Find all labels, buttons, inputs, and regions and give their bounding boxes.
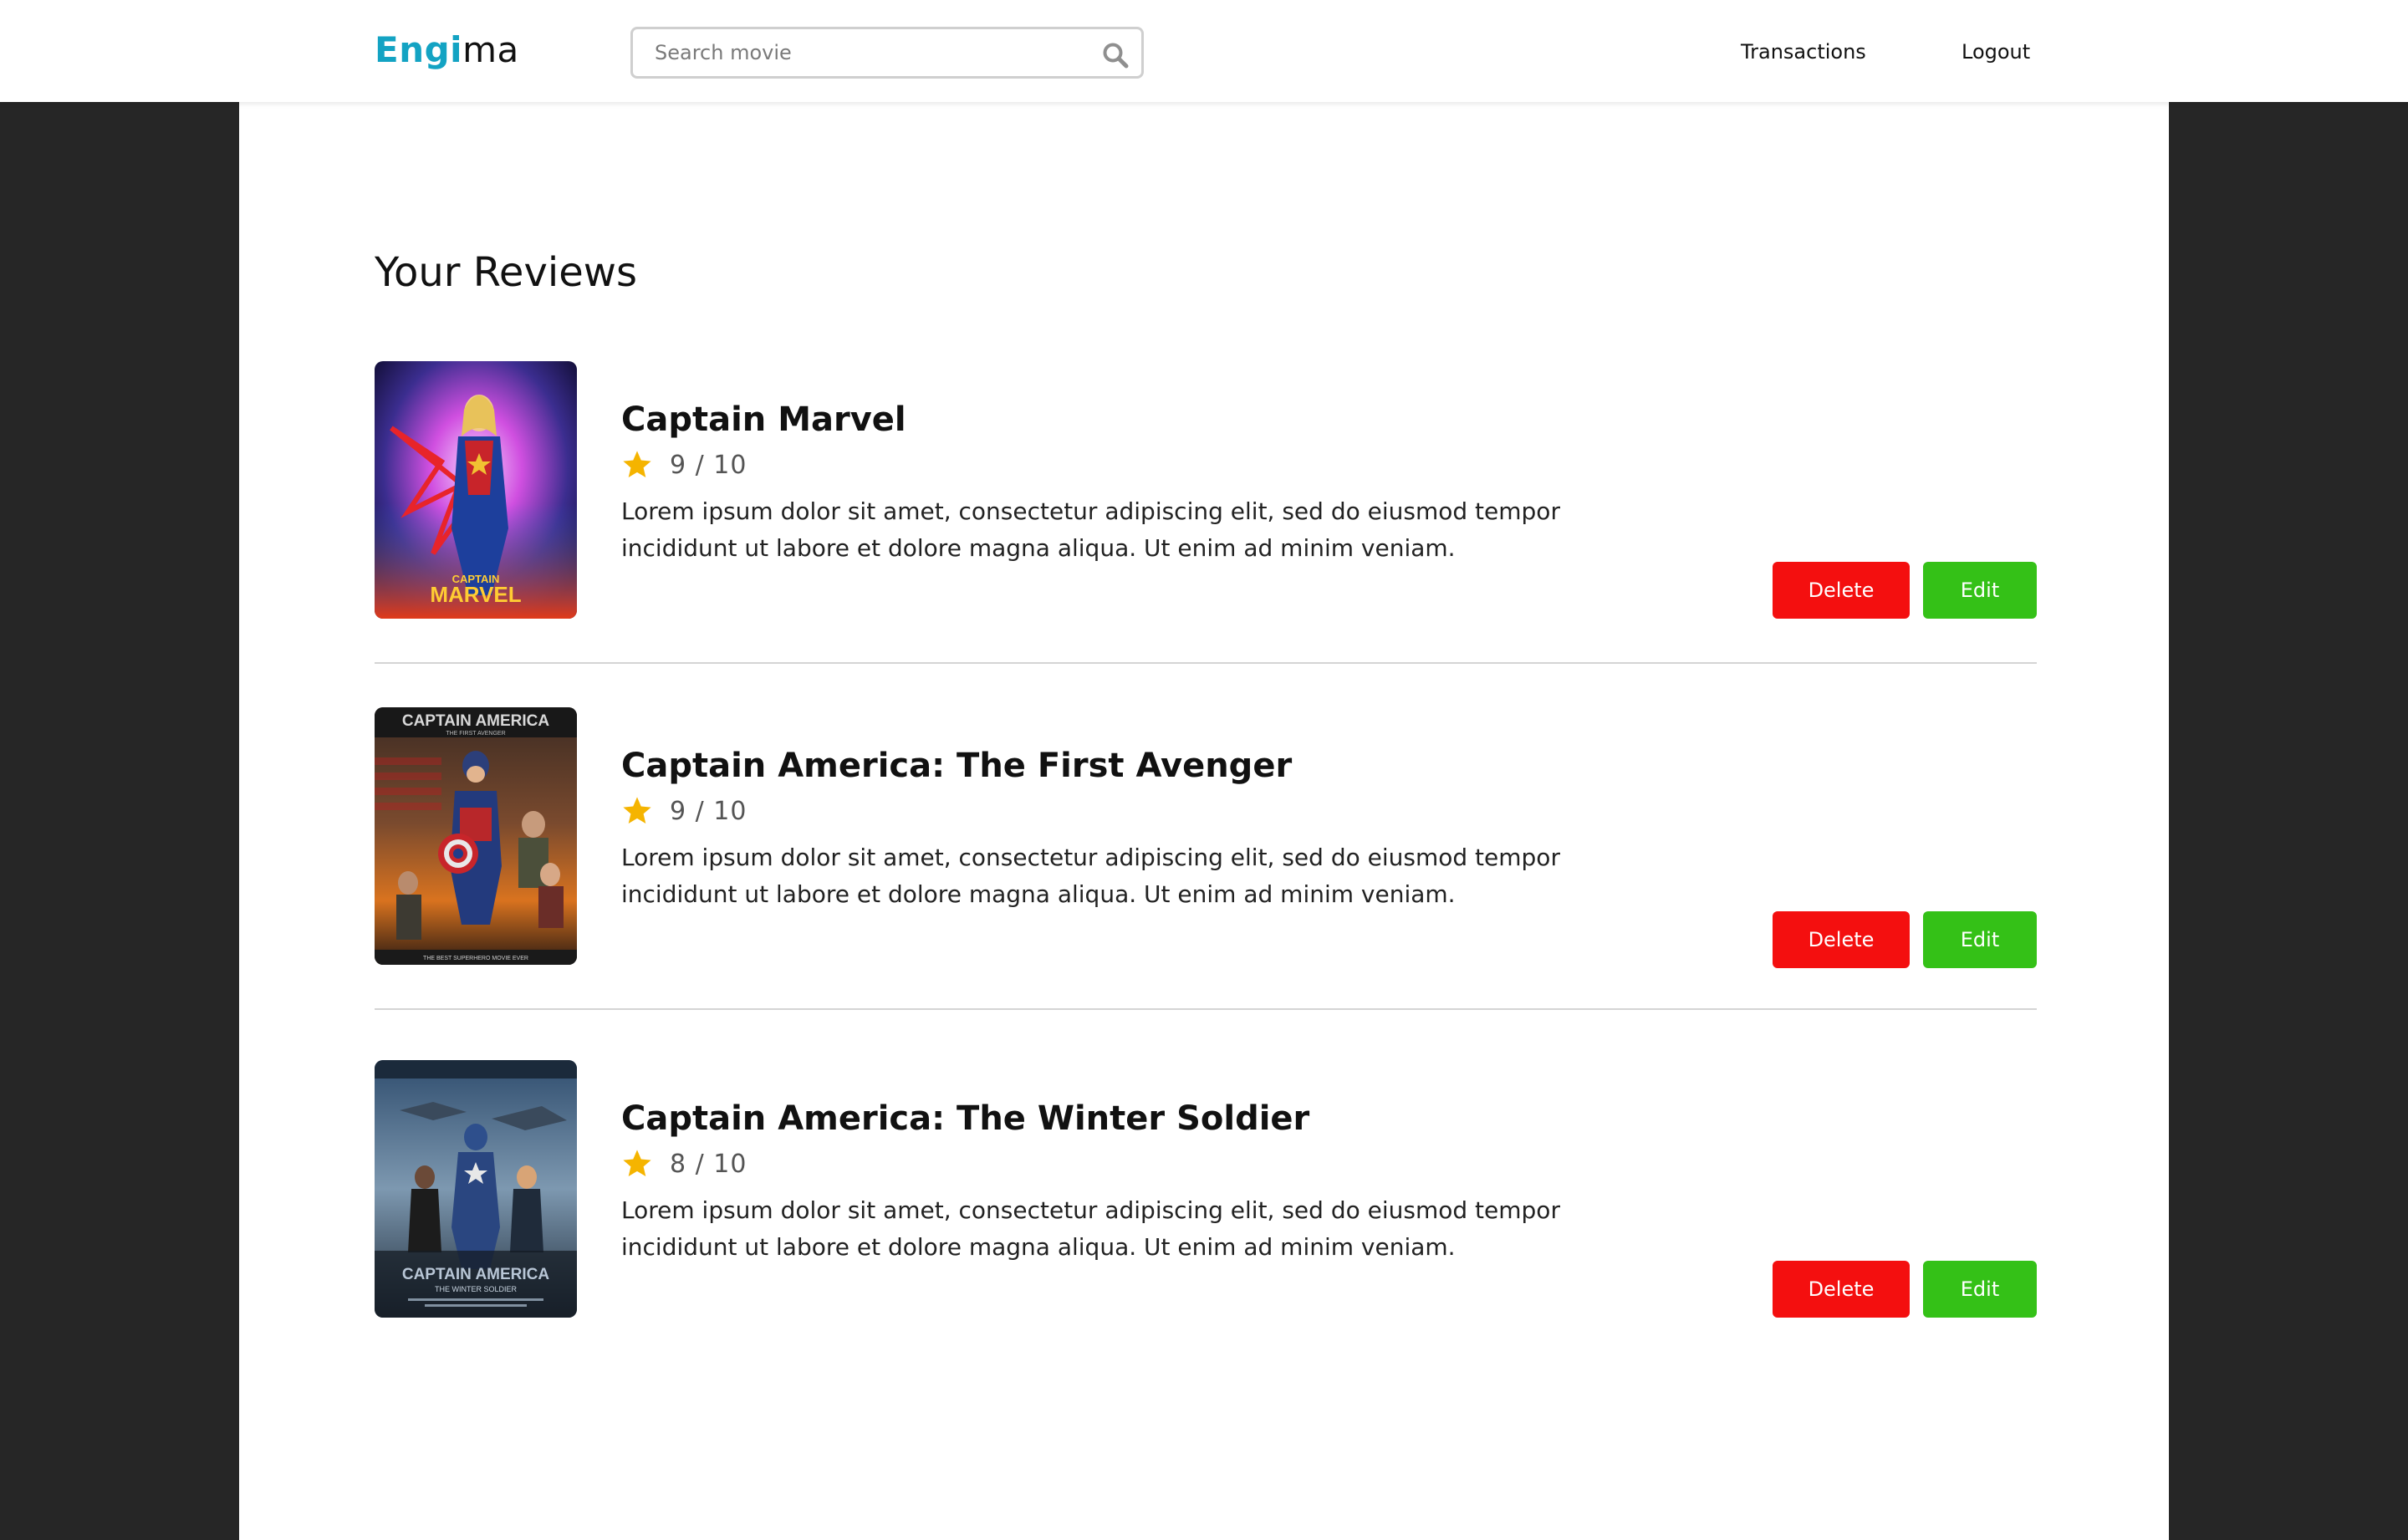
rating-value: 9 / 10 bbox=[670, 450, 747, 480]
review-text: Lorem ipsum dolor sit amet, consectetur … bbox=[621, 497, 1560, 562]
logo[interactable]: Engima bbox=[375, 27, 519, 74]
rating: 9 / 10 bbox=[621, 791, 747, 831]
rating-value: 9 / 10 bbox=[670, 796, 747, 826]
svg-text:CAPTAIN AMERICA: CAPTAIN AMERICA bbox=[402, 712, 550, 730]
movie-title: Captain Marvel bbox=[621, 400, 906, 439]
review-item: CAPTAIN MARVEL Captain Marvel 9 / 10 Lor… bbox=[375, 361, 2037, 619]
search-input[interactable] bbox=[633, 29, 1141, 76]
captain-america-winter-soldier-poster-image: CAPTAIN AMERICA THE WINTER SOLDIER bbox=[375, 1060, 577, 1318]
svg-text:THE BEST SUPERHERO MOVIE EVER: THE BEST SUPERHERO MOVIE EVER bbox=[423, 956, 528, 961]
nav-logout-link[interactable]: Logout bbox=[1962, 37, 2030, 67]
nav-transactions-link[interactable]: Transactions bbox=[1741, 37, 1866, 67]
movie-title: Captain America: The First Avenger bbox=[621, 747, 1293, 785]
search-icon[interactable] bbox=[1101, 41, 1130, 69]
logo-accent: Engi bbox=[375, 29, 463, 70]
svg-text:THE FIRST AVENGER: THE FIRST AVENGER bbox=[446, 731, 505, 737]
captain-america-first-avenger-poster-image: CAPTAIN AMERICA THE FIRST AVENGER THE BE… bbox=[375, 707, 577, 965]
edit-review-button[interactable]: Edit bbox=[1923, 1261, 2037, 1318]
star-icon bbox=[623, 797, 651, 824]
review-item: CAPTAIN AMERICA THE FIRST AVENGER THE BE… bbox=[375, 707, 2037, 968]
movie-title: Captain America: The Winter Soldier bbox=[621, 1099, 1310, 1138]
movie-poster: CAPTAIN AMERICA THE FIRST AVENGER THE BE… bbox=[375, 707, 577, 965]
rating-value: 8 / 10 bbox=[670, 1149, 747, 1179]
rating: 8 / 10 bbox=[621, 1144, 747, 1184]
captain-marvel-poster-image: CAPTAIN MARVEL bbox=[375, 361, 577, 619]
divider bbox=[375, 1008, 2037, 1010]
movie-poster: CAPTAIN MARVEL bbox=[375, 361, 577, 619]
divider bbox=[375, 662, 2037, 664]
delete-review-button[interactable]: Delete bbox=[1773, 562, 1910, 619]
movie-poster: CAPTAIN AMERICA THE WINTER SOLDIER bbox=[375, 1060, 577, 1318]
star-icon bbox=[623, 451, 651, 478]
top-navbar: Engima Transactions Logout bbox=[0, 0, 2408, 102]
logo-rest: ma bbox=[462, 29, 519, 70]
edit-review-button[interactable]: Edit bbox=[1923, 911, 2037, 968]
rating: 9 / 10 bbox=[621, 445, 747, 485]
delete-review-button[interactable]: Delete bbox=[1773, 911, 1910, 968]
page-title: Your Reviews bbox=[375, 249, 637, 296]
delete-review-button[interactable]: Delete bbox=[1773, 1261, 1910, 1318]
svg-text:CAPTAIN AMERICA: CAPTAIN AMERICA bbox=[402, 1266, 550, 1283]
review-item: CAPTAIN AMERICA THE WINTER SOLDIER Capta… bbox=[375, 1060, 2037, 1318]
svg-text:MARVEL: MARVEL bbox=[430, 582, 521, 607]
review-text: Lorem ipsum dolor sit amet, consectetur … bbox=[621, 1196, 1560, 1261]
search-box bbox=[630, 27, 1144, 79]
edit-review-button[interactable]: Edit bbox=[1923, 562, 2037, 619]
star-icon bbox=[623, 1150, 651, 1177]
svg-text:THE WINTER SOLDIER: THE WINTER SOLDIER bbox=[435, 1285, 518, 1293]
review-text: Lorem ipsum dolor sit amet, consectetur … bbox=[621, 844, 1560, 908]
